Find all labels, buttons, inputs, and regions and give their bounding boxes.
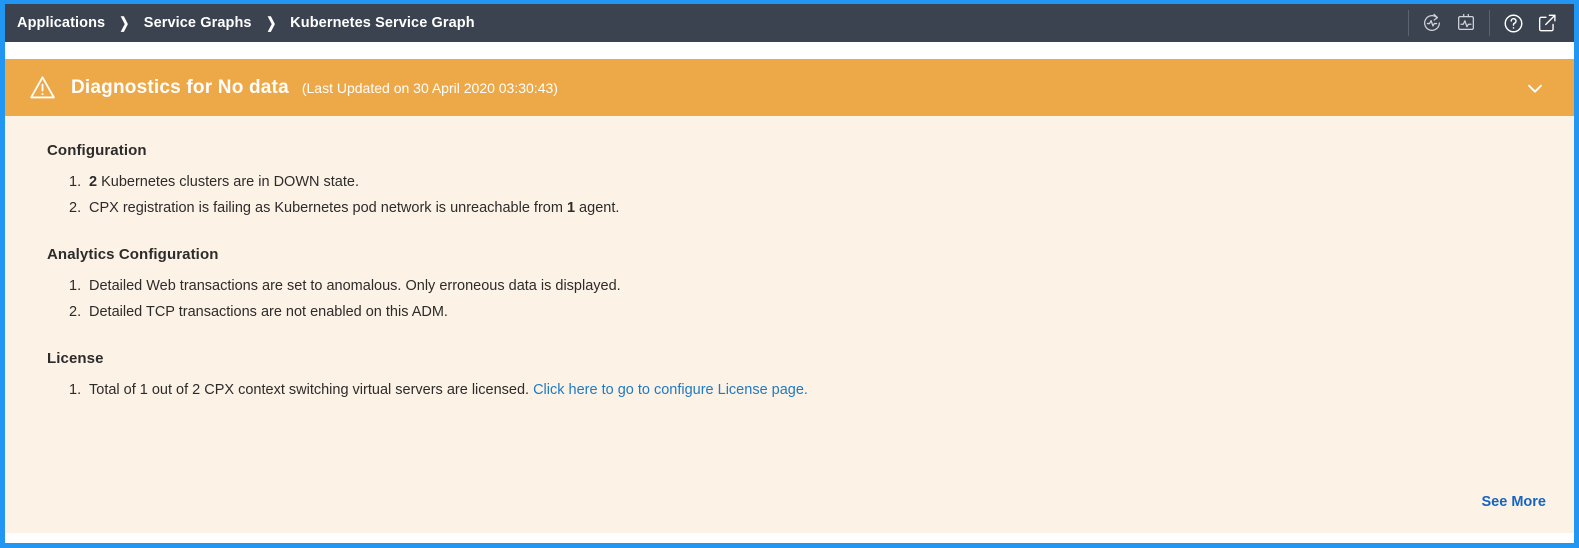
list-item-emphasis: 1 <box>566 200 576 217</box>
see-more-row: See More <box>1482 493 1546 511</box>
list-item: 1. Total of 1 out of 2 CPX context switc… <box>47 373 1540 399</box>
header-banner-gap <box>5 42 1574 59</box>
list-item-body: Total of 1 out of 2 CPX context switchin… <box>89 381 534 398</box>
list-item-body: CPX registration is failing as Kubernete… <box>89 200 567 217</box>
list-item-number: 2. <box>69 200 82 217</box>
diagnostics-panel: Applications ❯ Service Graphs ❯ Kubernet… <box>0 0 1579 548</box>
list-item-text: Total of 1 out of 2 CPX context switchin… <box>89 382 1540 399</box>
help-icon[interactable] <box>1496 6 1530 40</box>
list-item: 1. Detailed Web transactions are set to … <box>47 269 1540 295</box>
section-list-license: 1. Total of 1 out of 2 CPX context switc… <box>47 373 1540 399</box>
list-item-number: 1. <box>69 174 82 190</box>
see-more-link[interactable]: See More <box>1482 494 1546 510</box>
section-list-analytics-configuration: 1. Detailed Web transactions are set to … <box>47 269 1540 322</box>
breadcrumb-item-applications[interactable]: Applications <box>17 15 105 31</box>
breadcrumb-separator-icon: ❯ <box>265 14 276 32</box>
list-item-number: 1. <box>69 277 82 294</box>
list-item-text: Detailed TCP transactions are not enable… <box>89 304 448 321</box>
list-item-body: Kubernetes clusters are in DOWN state. <box>97 174 359 190</box>
external-link-icon[interactable] <box>1530 6 1564 40</box>
breadcrumb-item-kubernetes-service-graph[interactable]: Kubernetes Service Graph <box>290 15 475 31</box>
chevron-down-icon[interactable] <box>1518 71 1552 105</box>
breadcrumb: Applications ❯ Service Graphs ❯ Kubernet… <box>17 4 475 42</box>
list-item-emphasis: 2 <box>89 174 98 190</box>
list-item-text: Detailed Web transactions are set to ano… <box>89 277 621 294</box>
icon-divider <box>1489 10 1490 36</box>
section-title-license: License <box>47 349 104 367</box>
banner-title: Diagnostics for No data <box>71 76 289 98</box>
list-item: 2. Detailed TCP transactions are not ena… <box>47 295 1540 321</box>
diagnostics-content: Configuration 1. 2 Kubernetes clusters a… <box>5 116 1574 533</box>
list-item-text: 2 Kubernetes clusters are in DOWN state. <box>89 174 1540 191</box>
list-item-number: 1. <box>69 381 82 398</box>
configure-license-link[interactable]: Click here to go to configure License pa… <box>533 382 808 398</box>
icon-divider <box>1408 10 1409 36</box>
breadcrumb-separator-icon: ❯ <box>119 14 130 32</box>
section-list-configuration: 1. 2 Kubernetes clusters are in DOWN sta… <box>47 165 1540 218</box>
header-icon-group <box>1402 4 1574 42</box>
banner-last-updated: (Last Updated on 30 April 2020 03:30:43) <box>301 79 558 96</box>
section-title-analytics-configuration: Analytics Configuration <box>47 245 219 263</box>
section-title-configuration: Configuration <box>47 142 147 159</box>
breadcrumb-item-service-graphs[interactable]: Service Graphs <box>144 15 252 31</box>
diagnostics-banner: Diagnostics for No data (Last Updated on… <box>5 59 1574 116</box>
list-item-number: 2. <box>69 304 82 321</box>
refresh-metrics-icon[interactable] <box>1415 6 1449 40</box>
warning-triangle-icon <box>27 73 57 103</box>
list-item: 1. 2 Kubernetes clusters are in DOWN sta… <box>47 165 1540 191</box>
chart-box-icon[interactable] <box>1449 6 1483 40</box>
top-header-bar: Applications ❯ Service Graphs ❯ Kubernet… <box>5 4 1574 42</box>
list-item-body-tail: agent. <box>575 200 620 217</box>
list-item-text: CPX registration is failing as Kubernete… <box>89 200 1540 217</box>
list-item: 2. CPX registration is failing as Kubern… <box>47 191 1540 217</box>
